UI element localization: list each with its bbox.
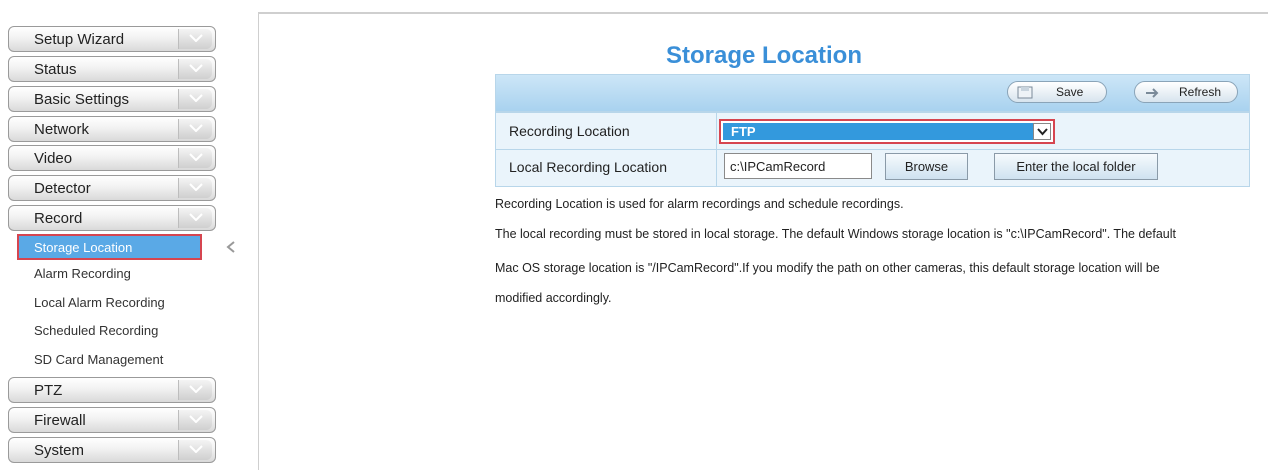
chevron-down-icon (178, 440, 212, 460)
chevron-down-icon (178, 119, 212, 139)
menu-detector[interactable]: Detector (8, 175, 216, 201)
recording-location-select[interactable]: FTP (723, 123, 1051, 140)
menu-record[interactable]: Record (8, 205, 216, 231)
submenu-sd-card-management[interactable]: SD Card Management (34, 352, 163, 367)
submenu-label: Storage Location (34, 240, 133, 255)
menu-label: Record (34, 210, 83, 227)
browse-button[interactable]: Browse (885, 153, 968, 180)
main-panel: Storage Location Save Refresh Recording … (258, 12, 1268, 470)
save-icon (1017, 86, 1033, 99)
menu-label: Detector (34, 180, 91, 197)
chevron-down-icon (178, 410, 212, 430)
menu-video[interactable]: Video (8, 145, 216, 171)
description-line: The local recording must be stored in lo… (495, 227, 1176, 241)
menu-label: Setup Wizard (34, 31, 125, 48)
chevron-down-icon (178, 380, 212, 400)
menu-label: System (34, 442, 85, 459)
submenu-local-alarm-recording[interactable]: Local Alarm Recording (34, 295, 165, 310)
page-title: Storage Location (665, 42, 863, 69)
save-label: Save (1056, 85, 1084, 99)
menu-label: Video (34, 150, 73, 167)
storage-form: Recording Location FTP Local Recording L… (495, 112, 1250, 187)
menu-label: PTZ (34, 382, 63, 399)
toolbar: Save Refresh (495, 74, 1250, 112)
recording-location-value: FTP (731, 124, 756, 139)
menu-firewall[interactable]: Firewall (8, 407, 216, 433)
refresh-button[interactable]: Refresh (1134, 81, 1238, 103)
chevron-down-icon (178, 59, 212, 79)
menu-label: Network (34, 121, 90, 138)
menu-basic-settings[interactable]: Basic Settings (8, 86, 216, 112)
description-line: Recording Location is used for alarm rec… (495, 197, 904, 211)
chevron-down-icon (178, 208, 212, 228)
chevron-down-icon (178, 89, 212, 109)
save-button[interactable]: Save (1007, 81, 1107, 103)
recording-location-highlight: FTP (719, 119, 1055, 144)
menu-label: Status (34, 61, 77, 78)
refresh-icon (1146, 88, 1159, 98)
menu-ptz[interactable]: PTZ (8, 377, 216, 403)
local-recording-location-input[interactable] (724, 153, 872, 179)
menu-label: Basic Settings (34, 91, 130, 108)
menu-label: Firewall (34, 412, 86, 429)
chevron-down-icon (178, 178, 212, 198)
menu-status[interactable]: Status (8, 56, 216, 82)
chevron-left-icon[interactable] (226, 240, 236, 258)
local-recording-location-label: Local Recording Location (509, 159, 667, 175)
chevron-down-icon[interactable] (1033, 123, 1051, 140)
submenu-alarm-recording[interactable]: Alarm Recording (34, 266, 131, 281)
submenu-storage-location[interactable]: Storage Location (17, 234, 202, 260)
chevron-down-icon (178, 29, 212, 49)
sidebar: Setup Wizard Status Basic Settings Netwo… (0, 18, 235, 470)
enter-local-folder-button[interactable]: Enter the local folder (994, 153, 1158, 180)
recording-location-label: Recording Location (509, 123, 630, 139)
refresh-label: Refresh (1179, 85, 1222, 99)
menu-system[interactable]: System (8, 437, 216, 463)
submenu-scheduled-recording[interactable]: Scheduled Recording (34, 323, 158, 338)
divider (496, 149, 1249, 150)
menu-setup-wizard[interactable]: Setup Wizard (8, 26, 216, 52)
chevron-down-icon (178, 148, 212, 168)
description-line: modified accordingly. (495, 291, 612, 305)
description-line: Mac OS storage location is "/IPCamRecord… (495, 261, 1160, 275)
menu-network[interactable]: Network (8, 116, 216, 142)
